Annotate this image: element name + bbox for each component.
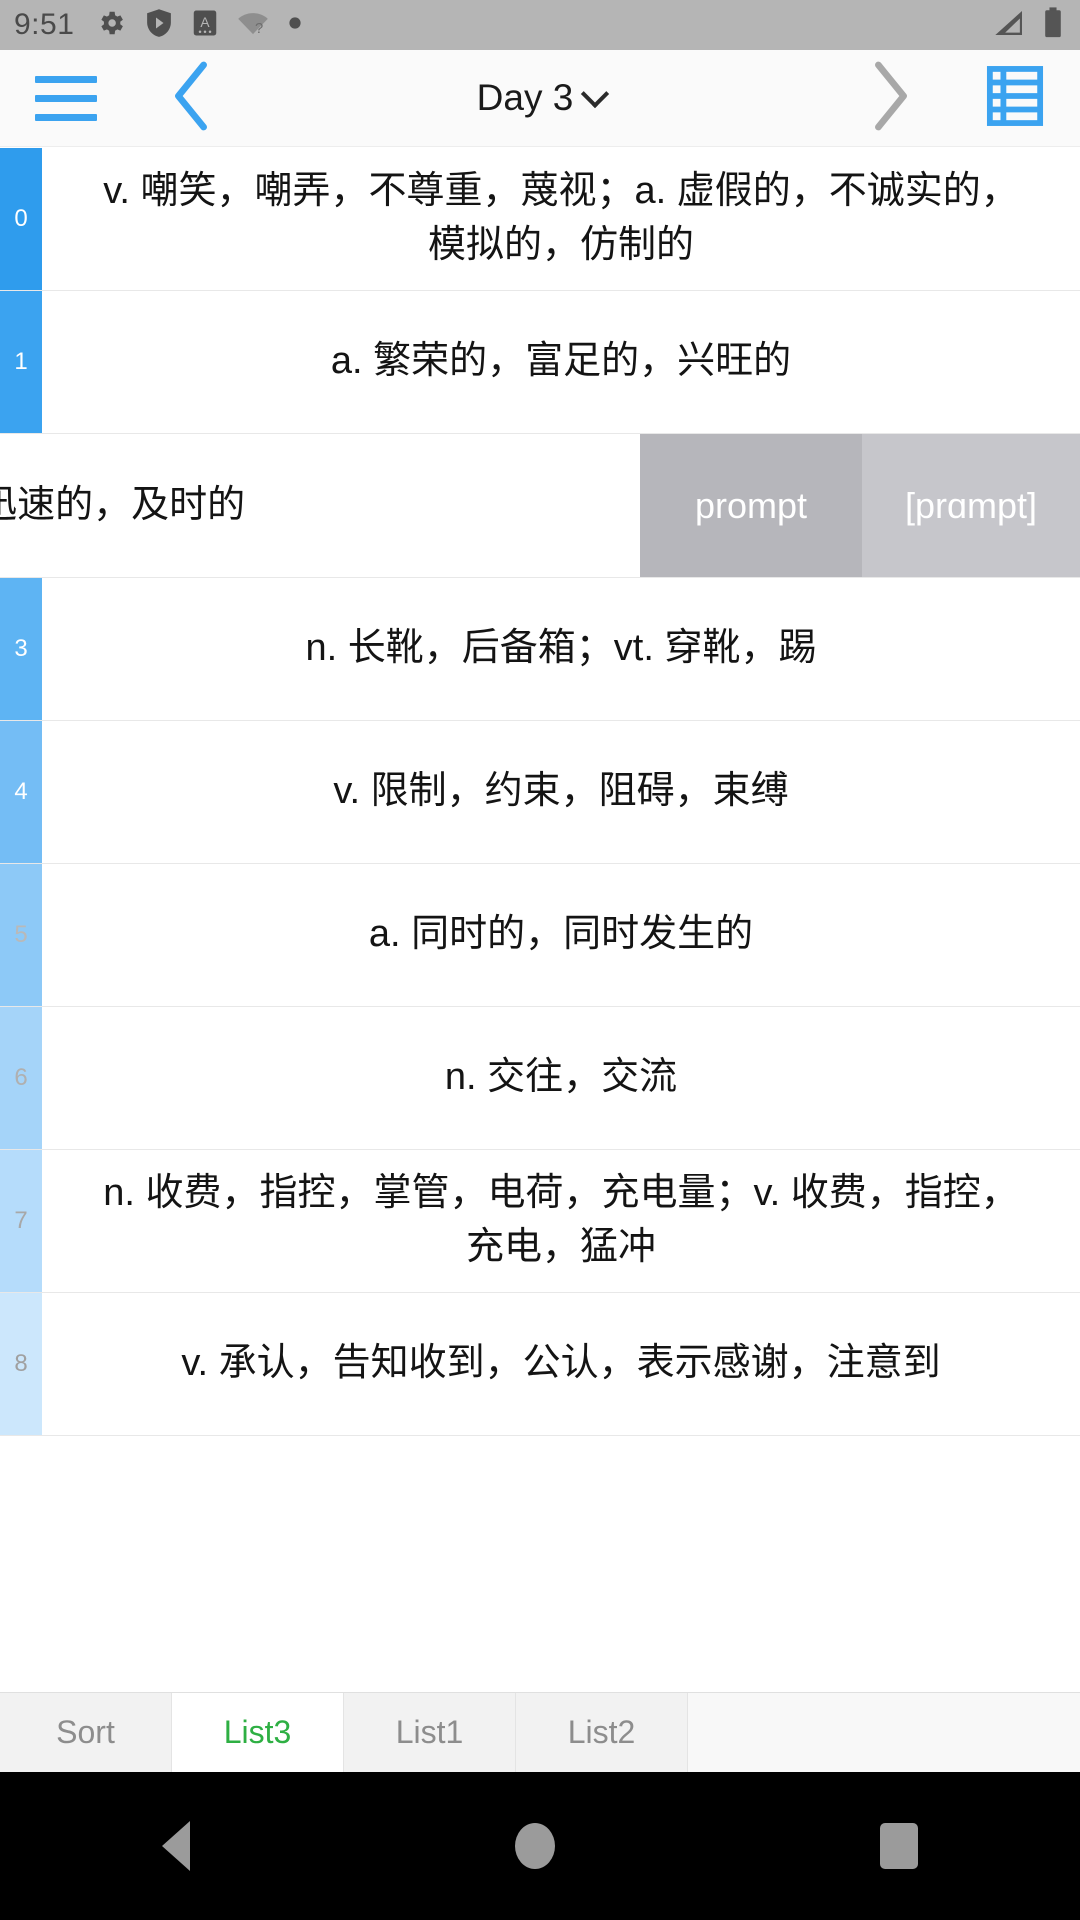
row-definition: n. 长靴，后备箱；vt. 穿靴，踢	[42, 578, 1080, 720]
row-index: 0	[0, 148, 42, 290]
row-index: 5	[0, 864, 42, 1006]
chevron-down-icon	[581, 79, 610, 109]
tab-list1[interactable]: List1	[344, 1693, 516, 1772]
row-index: 6	[0, 1007, 42, 1149]
back-triangle-icon[interactable]	[162, 1821, 191, 1871]
status-bar-clock: 9:51	[14, 8, 75, 41]
row-definition: v. 嘲笑，嘲弄，不尊重，蔑视；a. 虚假的，不诚实的，模拟的，仿制的	[42, 148, 1080, 290]
table-row[interactable]: 6 n. 交往，交流	[0, 1007, 1080, 1150]
chevron-right-icon	[868, 61, 912, 136]
row-definition-text: a. 同时的，同时发生的	[368, 913, 754, 956]
android-navigation-bar	[0, 1772, 1080, 1920]
menu-button[interactable]	[0, 50, 132, 147]
row-definition-text: n. 长靴，后备箱；vt. 穿靴，踢	[305, 627, 817, 670]
row-index: 4	[0, 721, 42, 863]
row-index: 7	[0, 1150, 42, 1292]
swipe-action-panel: prompt [prɑmpt]	[640, 434, 1080, 577]
shield-play-icon	[145, 8, 173, 43]
row-definition: v. 承认，告知收到，公认，表示感谢，注意到	[42, 1293, 1080, 1435]
table-row[interactable]: 2. 迅速的，及时的prompt[prɑmpt]	[0, 434, 1080, 578]
row-definition-text: n. 收费，指控，掌管，电荷，充电量；v. 收费，指控，充电，猛冲	[103, 1172, 1019, 1268]
tab-bar-filler	[688, 1693, 1080, 1772]
row-index: 1	[0, 291, 42, 433]
row-definition-text: v. 嘲笑，嘲弄，不尊重，蔑视；a. 虚假的，不诚实的，模拟的，仿制的	[103, 170, 1019, 266]
battery-icon	[1042, 6, 1064, 45]
swipe-action-phonetic[interactable]: [prɑmpt]	[862, 434, 1080, 577]
recents-square-icon[interactable]	[879, 1823, 918, 1869]
app-a-icon: A	[192, 8, 218, 43]
svg-text:?: ?	[255, 20, 263, 36]
row-definition: v. 限制，约束，阻碍，束缚	[42, 721, 1080, 863]
table-row[interactable]: 8 v. 承认，告知收到，公认，表示感谢，注意到	[0, 1293, 1080, 1436]
table-row[interactable]: 0 v. 嘲笑，嘲弄，不尊重，蔑视；a. 虚假的，不诚实的，模拟的，仿制的	[0, 148, 1080, 291]
table-list-icon	[986, 65, 1044, 132]
row-definition: a. 同时的，同时发生的	[42, 864, 1080, 1006]
previous-day-button[interactable]	[132, 50, 252, 147]
table-row[interactable]: 4 v. 限制，约束，阻碍，束缚	[0, 721, 1080, 864]
word-list[interactable]: 0 v. 嘲笑，嘲弄，不尊重，蔑视；a. 虚假的，不诚实的，模拟的，仿制的 1 a. …	[0, 148, 1080, 1692]
swipe-action-word[interactable]: prompt	[640, 434, 862, 577]
row-definition: n. 收费，指控，掌管，电荷，充电量；v. 收费，指控，充电，猛冲	[42, 1150, 1080, 1292]
row-definition-text: v. 限制，约束，阻碍，束缚	[333, 770, 789, 813]
row-definition: a. 繁荣的，富足的，兴旺的	[42, 291, 1080, 433]
row-definition-text: v. 承认，告知收到，公认，表示感谢，注意到	[181, 1342, 941, 1385]
bottom-tab-bar[interactable]: Sort List3 List1 List2	[0, 1692, 1080, 1772]
list-view-button[interactable]	[950, 50, 1080, 147]
day-selector[interactable]: Day 3	[252, 77, 830, 119]
wifi-question-icon: ?	[237, 8, 269, 43]
status-bar-notification-icons: A ?	[96, 8, 302, 43]
tab-sort[interactable]: Sort	[0, 1693, 172, 1772]
dot-icon	[288, 16, 302, 35]
chevron-left-icon	[170, 61, 214, 136]
table-row[interactable]: 3 n. 长靴，后备箱；vt. 穿靴，踢	[0, 578, 1080, 721]
svg-text:A: A	[201, 14, 211, 29]
row-definition: n. 交往，交流	[42, 1007, 1080, 1149]
hamburger-icon	[35, 75, 97, 121]
page-title: Day 3	[476, 77, 574, 118]
tab-list3[interactable]: List3	[172, 1693, 344, 1772]
tab-list2[interactable]: List2	[516, 1693, 688, 1772]
table-row[interactable]: 1 a. 繁荣的，富足的，兴旺的	[0, 291, 1080, 434]
home-circle-icon[interactable]	[514, 1823, 555, 1869]
next-day-button[interactable]	[830, 50, 950, 147]
app-screen: 9:51 A ? Day 3 0 v. 嘲笑，嘲弄，不尊重，蔑视；a. 虚假的，…	[0, 0, 1080, 1920]
row-definition-text: n. 交往，交流	[444, 1056, 678, 1099]
signal-icon	[992, 7, 1028, 44]
app-toolbar: Day 3	[0, 50, 1080, 147]
table-row[interactable]: 7 n. 收费，指控，掌管，电荷，充电量；v. 收费，指控，充电，猛冲	[0, 1150, 1080, 1293]
row-definition-text: a. 繁荣的，富足的，兴旺的	[330, 340, 792, 383]
status-bar-system-icons	[992, 0, 1064, 50]
gear-icon	[96, 8, 126, 43]
row-index: 3	[0, 578, 42, 720]
row-index: 8	[0, 1293, 42, 1435]
status-bar: 9:51 A ?	[0, 0, 1080, 50]
table-row[interactable]: 5 a. 同时的，同时发生的	[0, 864, 1080, 1007]
